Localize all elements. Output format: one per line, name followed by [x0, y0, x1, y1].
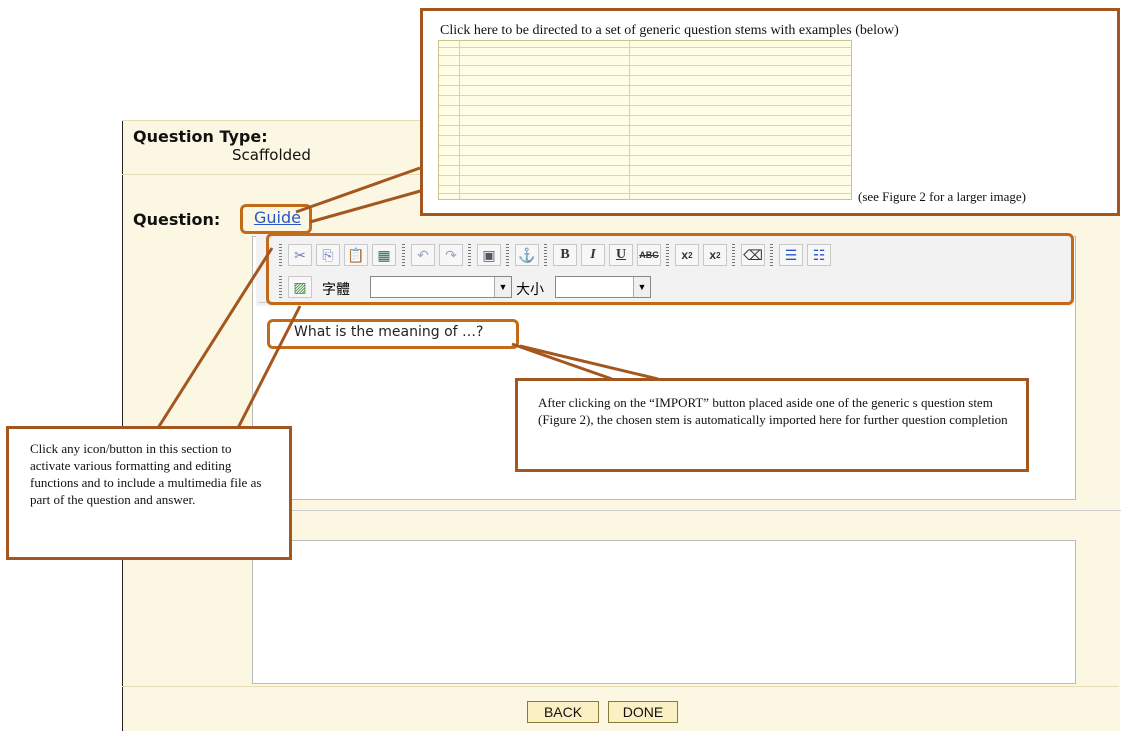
- connector-line: [519, 344, 659, 381]
- connector-line: [295, 166, 421, 214]
- connector-line: [156, 247, 274, 429]
- guide-callout-text: Click here to be directed to a set of ge…: [440, 23, 899, 38]
- guide-callout-note: (see Figure 2 for a larger image): [858, 189, 1026, 204]
- connector-line: [309, 188, 425, 224]
- import-callout-text: After clicking on the “IMPORT” button pl…: [538, 395, 1008, 427]
- question-stems-thumbnail[interactable]: [438, 40, 852, 200]
- toolbar-callout-text: Click any icon/button in this section to…: [30, 441, 262, 507]
- connector-line: [236, 305, 302, 429]
- connector-line: [511, 342, 613, 381]
